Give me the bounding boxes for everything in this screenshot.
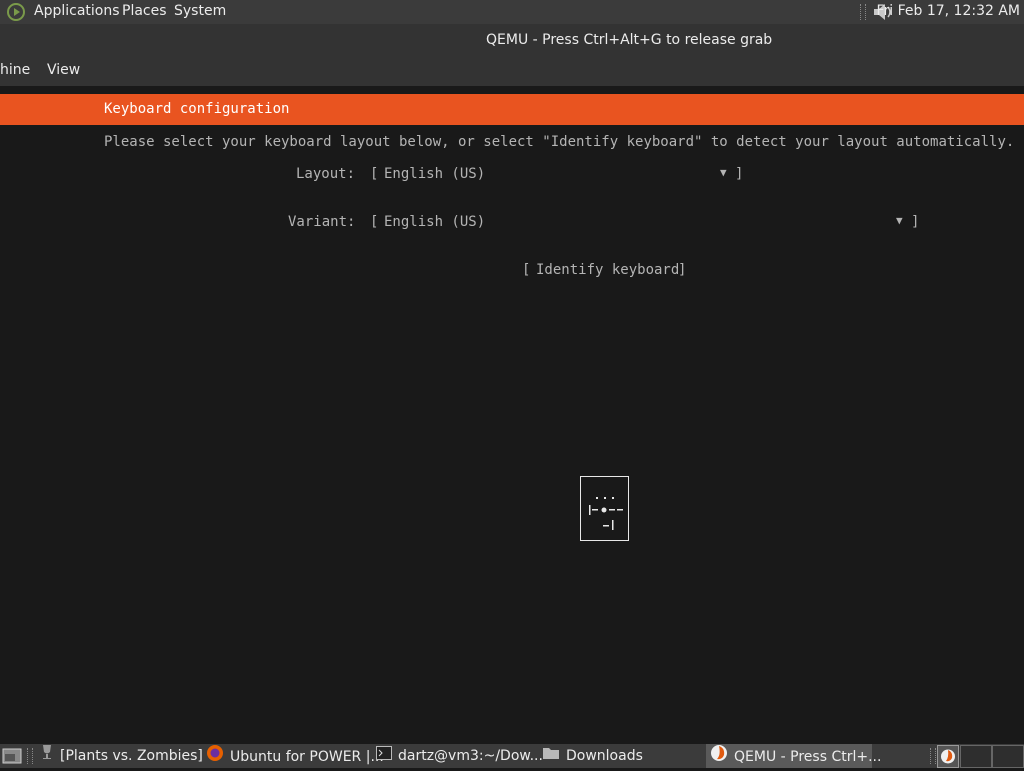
taskbar-item-label: Ubuntu for POWER |...	[230, 749, 384, 765]
mate-menu-icon[interactable]	[6, 2, 26, 26]
window-titlebar[interactable]: QEMU - Press Ctrl+Alt+G to release grab	[0, 24, 1024, 56]
variant-select[interactable]: [ English (US) ▼ ]	[370, 214, 920, 232]
taskbar-item-label: dartz@vm3:~/Dow...	[398, 748, 543, 764]
installer-header-bar: Keyboard configuration	[0, 94, 1024, 125]
top-panel: Applications Places System Fri Feb 17, 1…	[0, 0, 1024, 24]
variant-select-value: English (US)	[384, 214, 486, 230]
taskbar-item-firefox[interactable]: Ubuntu for POWER |...	[204, 744, 384, 770]
taskbar-item-label: [Plants vs. Zombies]	[60, 748, 203, 764]
variant-close-bracket: ]	[911, 214, 920, 230]
taskbar-item-label: QEMU - Press Ctrl+...	[734, 749, 882, 765]
workspace-switcher-1[interactable]	[960, 745, 992, 768]
bottom-panel: [Plants vs. Zombies] Ubuntu for POWER |.…	[0, 744, 1024, 768]
taskbar-item-qemu[interactable]: QEMU - Press Ctrl+...	[706, 744, 881, 770]
layout-select[interactable]: [ English (US) ▼ ]	[370, 166, 744, 184]
window-title: QEMU - Press Ctrl+Alt+G to release grab	[486, 32, 773, 48]
panel-handle-right	[930, 748, 936, 764]
panel-handle	[860, 4, 866, 20]
taskbar-item-plants-vs-zombies[interactable]: [Plants vs. Zombies]	[36, 744, 203, 768]
layout-dropdown-arrow-icon: ▼	[720, 166, 727, 179]
firefox-icon	[206, 744, 224, 770]
view-menu[interactable]: View	[47, 62, 80, 78]
window-menubar: hine View	[0, 56, 1024, 86]
variant-open-bracket: [	[370, 214, 379, 230]
variant-label: Variant:	[288, 214, 356, 230]
show-desktop-icon[interactable]	[2, 748, 22, 768]
terminal-icon	[376, 744, 392, 768]
layout-select-value: English (US)	[384, 166, 486, 182]
workspace-qemu-thumbnail-icon[interactable]	[937, 745, 959, 768]
layout-label: Layout:	[296, 166, 356, 182]
taskbar-item-label: Downloads	[566, 748, 643, 764]
folder-icon	[542, 744, 560, 768]
wine-icon	[40, 744, 54, 768]
layout-open-bracket: [	[370, 166, 379, 182]
layout-close-bracket: ]	[735, 166, 744, 182]
identify-keyboard-label: Identify keyboard	[536, 262, 680, 278]
applications-menu[interactable]: Applications	[34, 3, 120, 19]
installer-header-title: Keyboard configuration	[104, 101, 290, 117]
system-menu[interactable]: System	[174, 3, 226, 19]
taskbar-item-downloads[interactable]: Downloads	[540, 744, 702, 768]
qemu-icon	[710, 744, 728, 770]
machine-menu[interactable]: hine	[0, 62, 30, 78]
panel-handle-left	[27, 748, 33, 764]
variant-dropdown-arrow-icon: ▼	[896, 214, 903, 227]
taskbar-item-terminal[interactable]: dartz@vm3:~/Dow...	[374, 744, 543, 768]
installer-logo-icon	[580, 476, 629, 541]
workspace-switcher-2[interactable]	[992, 745, 1024, 768]
clock[interactable]: Fri Feb 17, 12:32 AM	[876, 3, 1020, 19]
installer-intro-text: Please select your keyboard layout below…	[104, 134, 1015, 150]
places-menu[interactable]: Places	[122, 3, 167, 19]
guest-screen[interactable]: Keyboard configuration Please select you…	[0, 86, 1024, 744]
